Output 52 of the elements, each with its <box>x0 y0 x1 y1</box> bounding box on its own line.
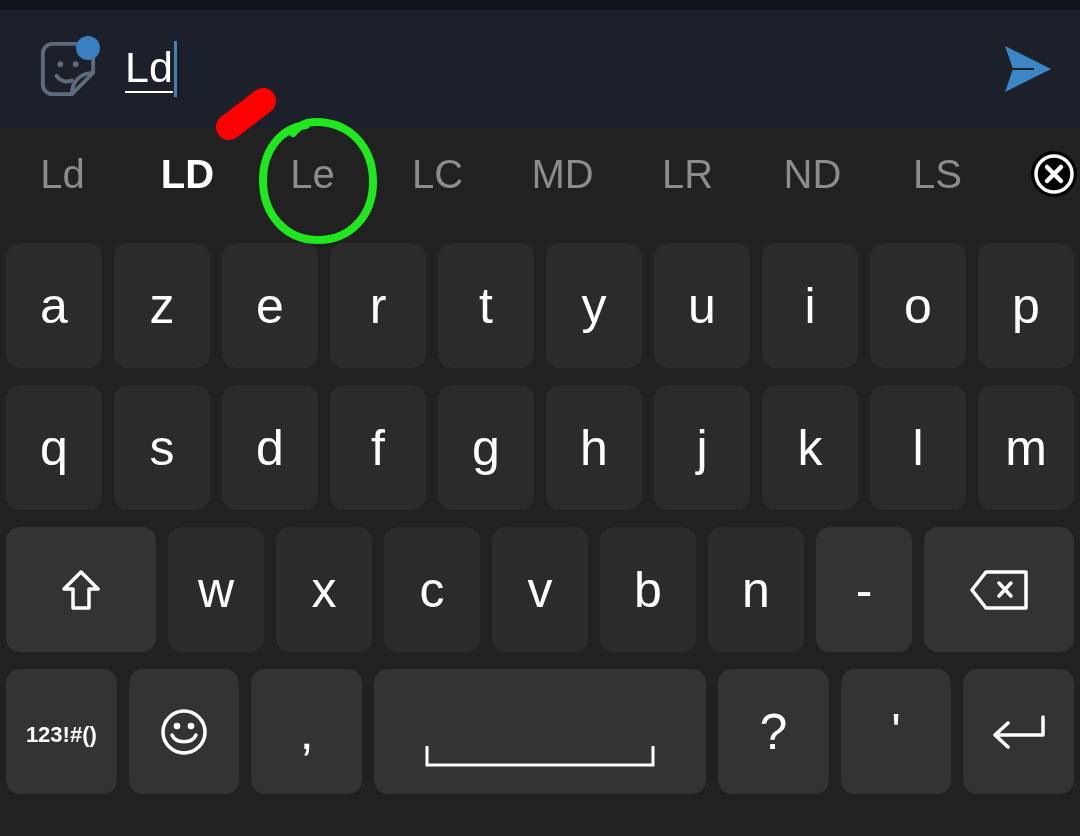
suggestion[interactable]: LD <box>160 150 215 197</box>
close-icon[interactable] <box>1030 149 1078 198</box>
shift-key[interactable] <box>6 527 156 652</box>
suggestion[interactable]: Le <box>290 150 335 197</box>
letter-key[interactable]: c <box>384 527 480 652</box>
backspace-key[interactable] <box>924 527 1074 652</box>
suggestion[interactable]: Ld <box>40 150 85 197</box>
send-icon[interactable] <box>1004 45 1052 93</box>
enter-key[interactable] <box>963 669 1075 794</box>
letter-key[interactable]: r <box>330 243 426 368</box>
letter-key[interactable]: h <box>546 385 642 510</box>
letter-key[interactable]: z <box>114 243 210 368</box>
letter-key[interactable]: n <box>708 527 804 652</box>
letter-key[interactable]: u <box>654 243 750 368</box>
symbol-key[interactable]: , <box>251 669 362 794</box>
letter-key[interactable]: k <box>762 385 858 510</box>
emoji-key[interactable] <box>128 669 240 794</box>
letter-key[interactable]: i <box>762 243 858 368</box>
letter-key[interactable]: d <box>222 385 318 510</box>
letter-key[interactable]: j <box>654 385 750 510</box>
letter-key[interactable]: t <box>438 243 534 368</box>
letter-key[interactable]: o <box>870 243 966 368</box>
letter-key[interactable]: m <box>978 385 1074 510</box>
letter-key[interactable]: b <box>600 527 696 652</box>
symbols-mode-key[interactable]: 123!#() <box>6 669 117 794</box>
letter-key[interactable]: g <box>438 385 534 510</box>
letter-key[interactable]: w <box>168 527 264 652</box>
letter-key[interactable]: x <box>276 527 372 652</box>
letter-key[interactable]: v <box>492 527 588 652</box>
symbol-key[interactable]: ? <box>718 669 829 794</box>
letter-key[interactable]: y <box>546 243 642 368</box>
letter-key[interactable]: e <box>222 243 318 368</box>
smiley-icon <box>161 708 207 755</box>
space-key[interactable] <box>374 669 706 794</box>
return-arrow-icon <box>991 714 1046 749</box>
suggestion[interactable]: LC <box>411 150 464 197</box>
letter-key[interactable]: q <box>6 385 102 510</box>
letter-key[interactable]: s <box>114 385 210 510</box>
suggestion[interactable]: MD <box>531 150 594 197</box>
suggestion[interactable]: ND <box>783 150 842 197</box>
suggestion[interactable]: LR <box>661 150 714 197</box>
letter-key[interactable]: l <box>870 385 966 510</box>
space-icon <box>425 744 655 767</box>
letter-key[interactable]: f <box>330 385 426 510</box>
backspace-icon <box>970 569 1028 610</box>
letter-key[interactable]: p <box>978 243 1074 368</box>
symbol-key[interactable]: ' <box>840 669 952 794</box>
letter-key[interactable]: a <box>6 243 102 368</box>
up-arrow-icon <box>62 569 100 610</box>
symbol-key[interactable]: - <box>816 527 912 652</box>
sticker-icon[interactable] <box>39 40 97 98</box>
suggestion[interactable]: LS <box>913 150 962 197</box>
